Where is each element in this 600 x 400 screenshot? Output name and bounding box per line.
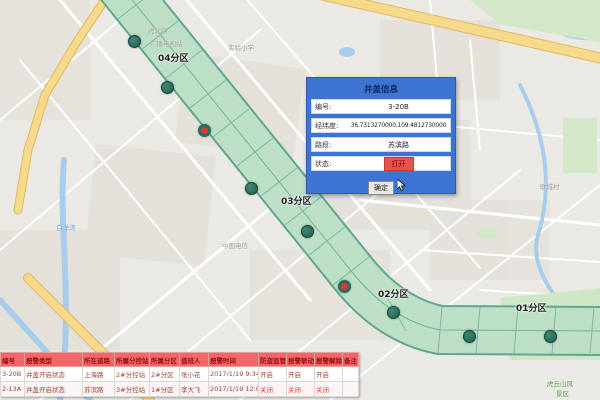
table-header-row: 编号报警类型所在道路所属分控站所属分区值班人报警时间防盗监管报警联动报警解除备注 <box>1 353 359 367</box>
field-label: 路段: <box>312 140 347 150</box>
table-header-cell: 报警解除 <box>315 353 343 367</box>
table-header-cell: 编号 <box>1 353 25 367</box>
manhole-marker[interactable] <box>161 81 174 94</box>
popup-title: 井盖信息 <box>311 81 451 99</box>
popup-field-road: 路段: 苏滨路 <box>311 137 451 152</box>
table-header-cell: 备注 <box>343 353 359 367</box>
place-label: 虎北路 <box>148 25 168 35</box>
field-value: 36.7313270000,109.4812730000 <box>347 122 450 129</box>
field-value: 3-20B <box>347 103 450 111</box>
table-header-cell: 防盗监管 <box>259 353 287 367</box>
table-cell: 2-13A <box>1 382 25 397</box>
table-row[interactable]: 2-13A井盖开启状态苏滨路3#分控站1#分区李大飞2017/1/19 12:0… <box>1 382 359 397</box>
table-cell <box>343 367 359 382</box>
field-value: 苏滨路 <box>347 140 450 150</box>
manhole-marker[interactable] <box>463 330 476 343</box>
manhole-marker[interactable] <box>128 35 141 48</box>
popup-field-coords: 经纬度: 36.7313270000,109.4812730000 <box>311 118 451 133</box>
manhole-info-popup: 井盖信息 编号: 3-20B 经纬度: 36.7313270000,109.48… <box>306 77 456 194</box>
table-header-cell: 值班人 <box>180 353 209 367</box>
table-header-cell: 报警联动 <box>287 353 315 367</box>
table-header-cell: 所属分区 <box>150 353 180 367</box>
table-cell: 张小花 <box>180 367 209 382</box>
field-label: 编号: <box>312 102 347 112</box>
district-label: 01分区 <box>516 301 547 314</box>
manhole-marker[interactable] <box>301 225 314 238</box>
table-cell: 2017/1/19 12:06 <box>209 382 259 397</box>
confirm-button[interactable]: 确定 <box>368 181 394 195</box>
place-label: 实验小学 <box>228 42 254 52</box>
table-cell: 关闭 <box>315 382 343 397</box>
table-cell: 2017/1/19 9:34 <box>209 367 259 382</box>
field-label: 状态: <box>312 159 347 169</box>
table-cell: 井盖开启状态 <box>25 367 83 382</box>
table-header-cell: 报警类型 <box>25 353 83 367</box>
table-cell: 李大飞 <box>180 382 209 397</box>
place-label: 广播电视站 <box>150 38 183 48</box>
table-cell <box>343 382 359 397</box>
place-label: 联城村 <box>540 181 560 191</box>
table-cell: 开启 <box>315 367 343 382</box>
manhole-marker[interactable] <box>544 330 557 343</box>
table-cell: 3#分控站 <box>115 382 150 397</box>
district-label: 04分区 <box>158 51 189 64</box>
table-cell: 1#分区 <box>150 382 180 397</box>
table-cell: 2#分区 <box>150 367 180 382</box>
table-cell: 2#分控站 <box>115 367 150 382</box>
place-label: 白洋湾 <box>56 222 76 232</box>
place-label: 虎丘山风 <box>547 378 573 388</box>
table-cell: 关闭 <box>259 382 287 397</box>
table-cell: 3-20B <box>1 367 25 382</box>
table-header-cell: 所在道路 <box>83 353 115 367</box>
field-label: 经纬度: <box>312 121 347 131</box>
status-badge: 打开 <box>384 157 414 171</box>
table-cell: 上海路 <box>83 367 115 382</box>
table-cell: 苏滨路 <box>83 382 115 397</box>
popup-field-id: 编号: 3-20B <box>311 99 451 114</box>
table-cell: 开启 <box>259 367 287 382</box>
table-header-cell: 报警时间 <box>209 353 259 367</box>
place-label: 中国电信 <box>222 240 248 250</box>
district-label: 03分区 <box>281 194 312 207</box>
table-header-cell: 所属分控站 <box>115 353 150 367</box>
manhole-marker-alarm[interactable] <box>338 280 351 293</box>
mouse-cursor-icon <box>397 179 406 191</box>
popup-field-status: 状态: 打开 <box>311 156 451 171</box>
table-cell: 井盖开启状态 <box>25 382 83 397</box>
manhole-marker[interactable] <box>387 306 400 319</box>
manhole-marker-alarm[interactable] <box>198 124 211 137</box>
alarm-table: 编号报警类型所在道路所属分控站所属分区值班人报警时间防盗监管报警联动报警解除备注… <box>0 352 359 397</box>
table-row[interactable]: 3-20B井盖开启状态上海路2#分控站2#分区张小花2017/1/19 9:34… <box>1 367 359 382</box>
map-canvas[interactable]: 04分区 03分区 02分区 01分区 虎北路广播电视站 实验小学白洋湾 联城村中国电信虎丘… <box>0 0 600 400</box>
table-cell: 开启 <box>287 367 315 382</box>
table-cell: 关闭 <box>287 382 315 397</box>
district-label: 02分区 <box>378 287 409 300</box>
place-label: 景区 <box>556 388 569 398</box>
manhole-marker[interactable] <box>245 182 258 195</box>
